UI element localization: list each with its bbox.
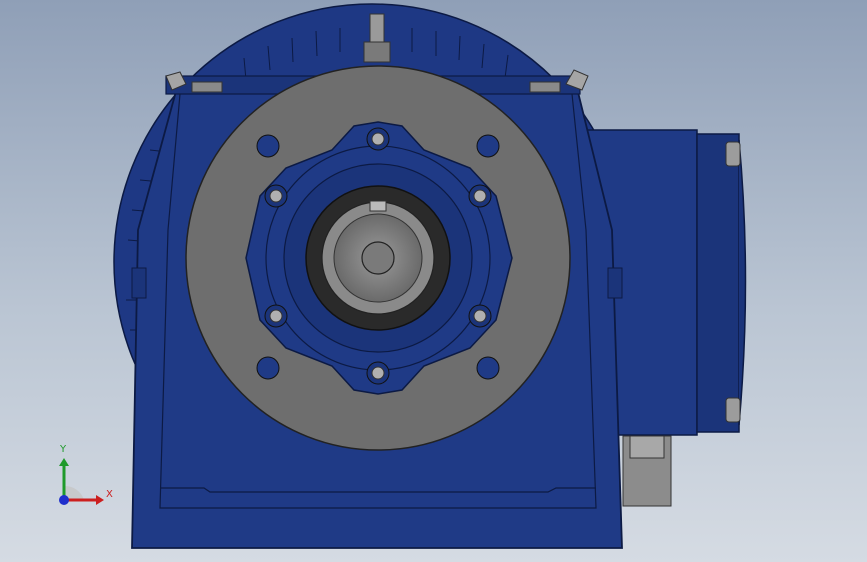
x-axis-arrow — [96, 495, 104, 505]
y-axis-arrow — [59, 458, 69, 466]
z-axis-dot — [59, 495, 69, 505]
x-axis-label: X — [106, 489, 113, 500]
orientation-triad: X Y — [44, 438, 124, 510]
model-view[interactable] — [0, 0, 867, 562]
output-shaft — [305, 185, 451, 331]
graphics-viewport[interactable]: X Y — [0, 0, 867, 562]
y-axis-label: Y — [59, 444, 67, 455]
